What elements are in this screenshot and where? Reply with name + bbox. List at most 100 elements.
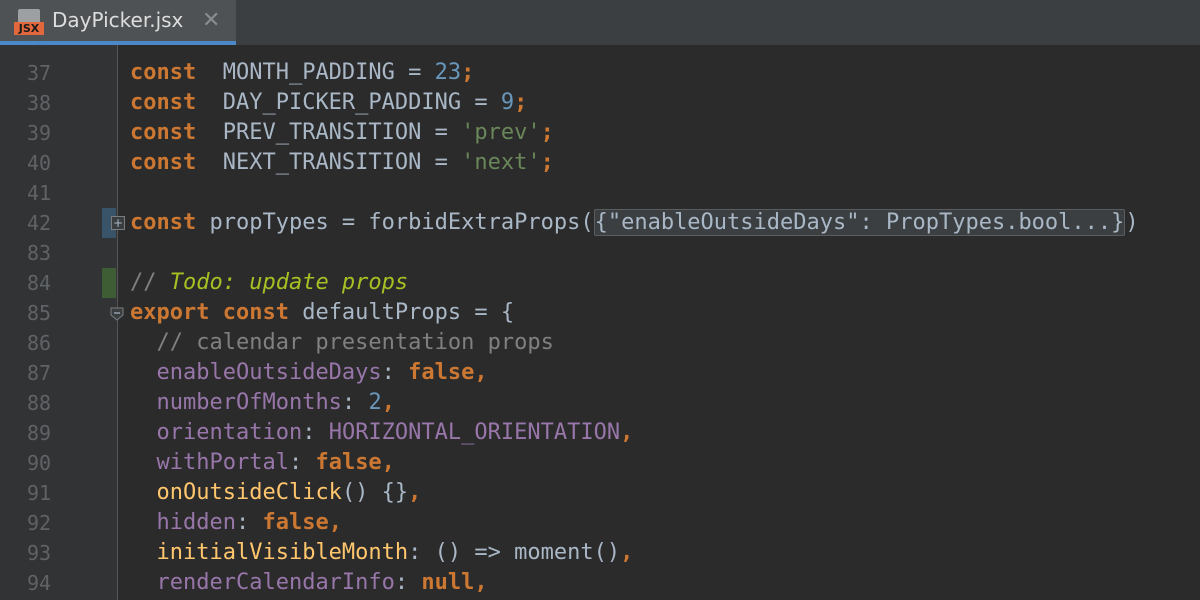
code-token: false, (315, 450, 395, 475)
code-line[interactable]: 37 const MONTH_PADDING = 23; (0, 58, 1200, 88)
code-token: const (130, 60, 197, 85)
tab-daypicker-jsx[interactable]: JSX DayPicker.jsx ✕ (0, 0, 236, 45)
code-token: hidden (156, 510, 236, 535)
code-token: : (381, 360, 409, 385)
line-number: 86 (26, 331, 52, 355)
line-number: 89 (26, 421, 52, 445)
change-marker-added (102, 268, 116, 298)
code-token: onOutsideClick (156, 480, 342, 505)
jsx-file-icon: JSX (14, 9, 44, 35)
code-token: : (394, 570, 422, 595)
code-line[interactable]: 42 + const propTypes = forbidExtraProps({"… (0, 208, 1200, 238)
code-text: const NEXT_TRANSITION = 'next'; (130, 148, 554, 178)
code-token: withPortal (156, 450, 289, 475)
code-text: // Todo: update props (130, 268, 408, 298)
line-number: 85 (26, 301, 52, 325)
code-token: ) (1125, 210, 1139, 235)
code-token: Todo: update props (169, 270, 409, 295)
code-line[interactable]: 84 // Todo: update props (0, 268, 1200, 298)
code-token: 23 (434, 60, 462, 85)
line-number: 39 (26, 121, 52, 145)
fold-collapse-icon[interactable] (109, 306, 125, 322)
code-token: propTypes = forbidExtraProps( (196, 210, 594, 235)
code-token: numberOfMonths (156, 390, 342, 415)
line-number: 90 (26, 451, 52, 475)
code-line[interactable]: 88 numberOfMonths: 2, (0, 388, 1200, 418)
code-token: 9 (500, 90, 515, 115)
line-number: 87 (26, 361, 52, 385)
code-token: : (288, 450, 316, 475)
code-line[interactable]: 94 renderCalendarInfo: null, (0, 568, 1200, 598)
jsx-badge: JSX (14, 22, 44, 35)
code-token: MONTH_PADDING = (196, 60, 435, 85)
code-text: const propTypes = forbidExtraProps({"ena… (130, 208, 1139, 238)
code-token: const (130, 210, 197, 235)
code-text: enableOutsideDays: false, (130, 358, 488, 388)
folded-region[interactable]: {"enableOutsideDays": PropTypes.bool...} (593, 209, 1126, 236)
code-line[interactable]: 38 const DAY_PICKER_PADDING = 9; (0, 88, 1200, 118)
editor-tab-bar: JSX DayPicker.jsx ✕ (0, 0, 1200, 45)
code-line[interactable]: 39 const PREV_TRANSITION = 'prev'; (0, 118, 1200, 148)
code-token: PREV_TRANSITION = (196, 120, 462, 145)
code-token: const (130, 90, 197, 115)
code-text: const DAY_PICKER_PADDING = 9; (130, 88, 527, 118)
fold-expand-icon[interactable]: + (111, 216, 125, 230)
code-text: onOutsideClick() {}, (130, 478, 422, 508)
code-line[interactable]: 40 const NEXT_TRANSITION = 'next'; (0, 148, 1200, 178)
line-number: 92 (26, 511, 52, 535)
code-token: ; (540, 150, 554, 175)
code-line[interactable]: 92 hidden: false, (0, 508, 1200, 538)
code-line[interactable]: 41 (0, 178, 1200, 208)
code-token: DAY_PICKER_PADDING = (196, 90, 501, 115)
code-token: // (130, 270, 170, 295)
code-text: renderCalendarInfo: null, (130, 568, 488, 598)
code-token: () {} (341, 480, 409, 505)
code-token: ; (514, 90, 528, 115)
code-token: orientation (156, 420, 303, 445)
line-number: 93 (26, 541, 52, 565)
line-number: 91 (26, 481, 52, 505)
line-number: 41 (26, 181, 52, 205)
code-token: defaultProps = { (288, 300, 515, 325)
code-line[interactable]: 86 // calendar presentation props (0, 328, 1200, 358)
code-line[interactable]: 83 (0, 238, 1200, 268)
code-editor[interactable]: 36 37 const MONTH_PADDING = 23; 38 const DA… (0, 45, 1200, 600)
code-token: initialVisibleMonth (156, 540, 409, 565)
line-number: 38 (26, 91, 52, 115)
code-token: , (620, 420, 634, 445)
line-number: 37 (26, 61, 52, 85)
code-text: withPortal: false, (130, 448, 395, 478)
code-token: const (130, 150, 197, 175)
close-icon[interactable]: ✕ (202, 9, 220, 33)
code-line[interactable]: 90 withPortal: false, (0, 448, 1200, 478)
line-number: 88 (26, 391, 52, 415)
code-text: orientation: HORIZONTAL_ORIENTATION, (130, 418, 634, 448)
code-token: null, (421, 570, 488, 595)
code-line[interactable]: 85 export const defaultProps = { (0, 298, 1200, 328)
code-line[interactable]: 89 orientation: HORIZONTAL_ORIENTATION, (0, 418, 1200, 448)
code-token: false, (262, 510, 342, 535)
code-token: 'next' (461, 150, 541, 175)
code-text: initialVisibleMonth: () => moment(), (130, 538, 634, 568)
line-number: 42 (26, 211, 52, 235)
code-token: : (235, 510, 263, 535)
code-line[interactable]: 91 onOutsideClick() {}, (0, 478, 1200, 508)
code-token: 'prev' (461, 120, 541, 145)
code-token: enableOutsideDays (156, 360, 382, 385)
code-line[interactable]: 87 enableOutsideDays: false, (0, 358, 1200, 388)
code-line[interactable]: 93 initialVisibleMonth: () => moment(), (0, 538, 1200, 568)
code-token: : (302, 420, 329, 445)
code-token: // calendar presentation props (130, 330, 554, 355)
code-text: hidden: false, (130, 508, 342, 538)
code-token: NEXT_TRANSITION = (196, 150, 462, 175)
code-token: false, (408, 360, 488, 385)
line-number: 94 (26, 571, 52, 595)
